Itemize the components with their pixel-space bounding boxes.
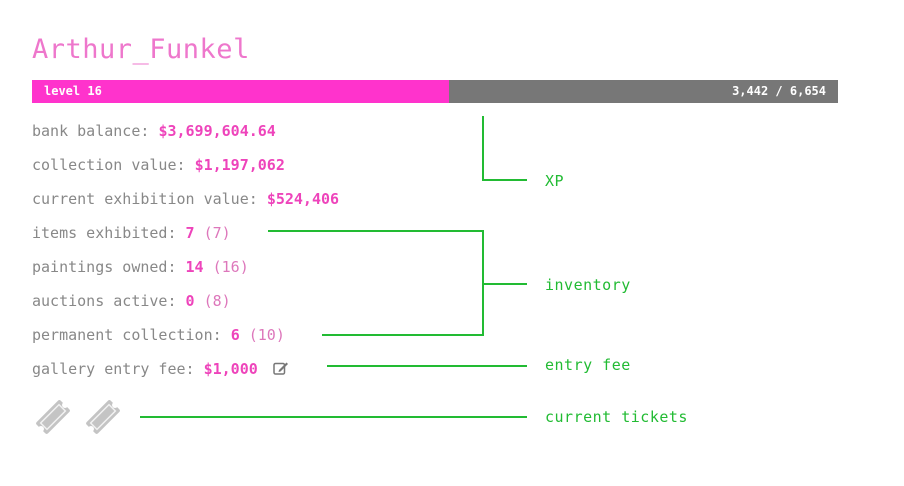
stat-exhibition-value: current exhibition value: $524,406 (32, 190, 339, 208)
stat-label: bank balance: (32, 122, 150, 140)
level-label: level 16 (44, 84, 102, 98)
annotation-entry-fee: entry fee (545, 356, 631, 374)
stat-label: gallery entry fee: (32, 360, 195, 378)
stat-value: 14 (185, 258, 204, 276)
stat-value: 0 (185, 292, 195, 310)
annotation-line-entry-fee (327, 365, 527, 367)
xp-count: 3,442 / 6,654 (732, 84, 826, 98)
stat-label: permanent collection: (32, 326, 222, 344)
stat-total: (16) (212, 258, 249, 276)
username: Arthur_Funkel (32, 34, 250, 65)
stat-paintings-owned: paintings owned: 14 (16) (32, 258, 249, 276)
annotation-line-xp (482, 116, 484, 181)
stat-label: auctions active: (32, 292, 177, 310)
stat-total: (7) (203, 224, 231, 242)
stat-value: $1,000 (203, 360, 258, 378)
stat-value: 6 (230, 326, 240, 344)
annotation-line-inventory (268, 230, 484, 232)
annotation-inventory: inventory (545, 276, 631, 294)
stat-value: $3,699,604.64 (158, 122, 276, 140)
ticket-icon[interactable] (82, 396, 124, 442)
stat-entry-fee: gallery entry fee: $1,000 (32, 360, 289, 379)
ticket-icon[interactable] (32, 396, 74, 442)
stat-total: (10) (248, 326, 285, 344)
annotation-line-tickets (140, 416, 527, 418)
annotation-tickets: current tickets (545, 408, 688, 426)
stat-label: collection value: (32, 156, 186, 174)
stat-items-exhibited: items exhibited: 7 (7) (32, 224, 231, 242)
annotation-line-xp (482, 179, 527, 181)
edit-icon[interactable] (273, 361, 289, 379)
annotation-xp: XP (545, 172, 565, 190)
stat-total: (8) (203, 292, 231, 310)
stat-value: 7 (185, 224, 195, 242)
stat-auctions-active: auctions active: 0 (8) (32, 292, 231, 310)
stat-collection-value: collection value: $1,197,062 (32, 156, 285, 174)
annotation-line-inventory (482, 283, 527, 285)
xp-bar: level 16 3,442 / 6,654 (32, 80, 838, 103)
stat-bank-balance: bank balance: $3,699,604.64 (32, 122, 276, 140)
stat-label: items exhibited: (32, 224, 177, 242)
stat-value: $524,406 (266, 190, 340, 208)
stat-value: $1,197,062 (194, 156, 285, 174)
stat-label: current exhibition value: (32, 190, 258, 208)
annotation-line-inventory (322, 334, 484, 336)
stat-label: paintings owned: (32, 258, 177, 276)
stat-permanent-collection: permanent collection: 6 (10) (32, 326, 285, 344)
